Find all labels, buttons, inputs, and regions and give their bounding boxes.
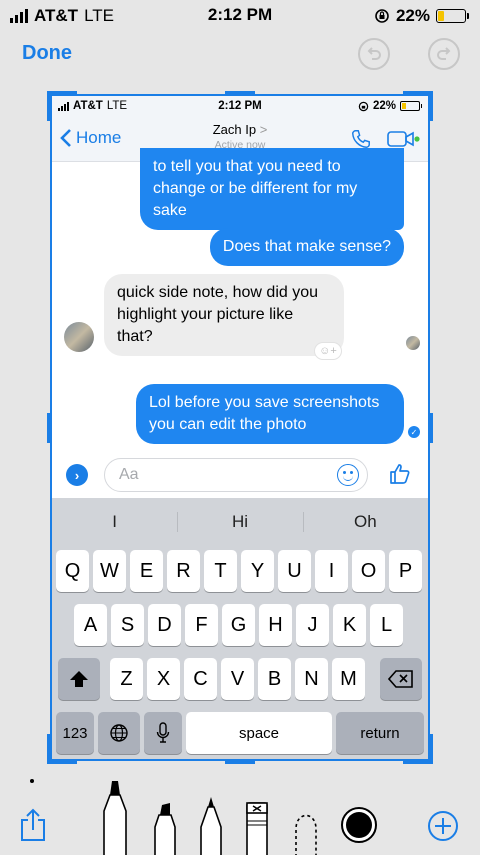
video-camera-icon[interactable] (386, 128, 420, 150)
orientation-lock-icon (375, 9, 389, 23)
chevron-right-icon: > (259, 122, 268, 137)
key-m[interactable]: M (332, 658, 365, 700)
done-button[interactable]: Done (22, 42, 72, 65)
clock: 2:12 PM (207, 5, 273, 24)
key-k[interactable]: K (333, 604, 366, 646)
crop-handle[interactable] (428, 413, 433, 443)
message-input[interactable]: Aa (104, 458, 368, 492)
message-bubble-sent[interactable]: to tell you that you need to change or b… (140, 148, 404, 230)
key-g[interactable]: G (222, 604, 255, 646)
lasso-tool-icon[interactable] (286, 801, 326, 855)
battery-icon (436, 9, 469, 23)
message-bubble-sent[interactable]: Lol before you save screenshots you can … (136, 384, 404, 444)
key-q[interactable]: Q (56, 550, 89, 592)
key-v[interactable]: V (221, 658, 254, 700)
emoji-icon[interactable] (337, 464, 359, 486)
crop-handle[interactable] (225, 759, 255, 764)
delivered-check-icon: ✓ (408, 426, 420, 438)
crop-handle[interactable] (47, 734, 52, 764)
read-receipt-avatar (406, 336, 420, 350)
highlighter-tool-icon[interactable] (150, 801, 180, 855)
microphone-icon (156, 722, 170, 743)
key-f[interactable]: F (185, 604, 218, 646)
key-w[interactable]: W (93, 550, 126, 592)
undo-button[interactable] (358, 38, 390, 70)
stroke-width-indicator (30, 779, 34, 783)
key-r[interactable]: R (167, 550, 200, 592)
inner-clock: 2:12 PM (218, 100, 262, 112)
key-b[interactable]: B (258, 658, 291, 700)
key-p[interactable]: P (389, 550, 422, 592)
contact-avatar[interactable] (64, 322, 94, 352)
key-o[interactable]: O (352, 550, 385, 592)
message-bubble-received[interactable]: quick side note, how did you highlight y… (104, 274, 344, 356)
key-n[interactable]: N (295, 658, 328, 700)
thumbs-up-icon[interactable] (388, 462, 412, 486)
key-i[interactable]: I (315, 550, 348, 592)
key-x[interactable]: X (147, 658, 180, 700)
inner-status-bar: AT&T LTE 2:12 PM 22% (52, 96, 428, 118)
numbers-key[interactable]: 123 (56, 712, 94, 754)
expand-actions-button[interactable]: › (66, 464, 88, 486)
crop-handle[interactable] (47, 91, 52, 121)
color-picker-icon[interactable] (340, 806, 378, 844)
key-j[interactable]: J (296, 604, 329, 646)
inner-orientation-lock-icon (358, 101, 369, 111)
delete-key[interactable] (380, 658, 422, 700)
inner-battery-icon (400, 101, 422, 111)
message-thread: to tell you that you need to change or b… (52, 148, 428, 452)
key-l[interactable]: L (370, 604, 403, 646)
add-icon[interactable] (427, 810, 459, 842)
suggestion[interactable]: I (52, 498, 177, 546)
message-bubble-sent[interactable]: Does that make sense? (209, 228, 404, 266)
suggestion[interactable]: Hi (177, 498, 302, 546)
share-icon[interactable] (18, 808, 48, 842)
undo-icon (367, 47, 381, 60)
key-z[interactable]: Z (110, 658, 143, 700)
crop-handle[interactable] (225, 91, 255, 96)
key-u[interactable]: U (278, 550, 311, 592)
space-key[interactable]: space (186, 712, 332, 754)
key-c[interactable]: C (184, 658, 217, 700)
pencil-tool-icon[interactable] (198, 795, 224, 855)
eraser-tool-icon[interactable] (243, 801, 271, 855)
key-t[interactable]: T (204, 550, 237, 592)
suggestion[interactable]: Oh (302, 498, 428, 546)
marker-tool-icon[interactable] (100, 777, 130, 855)
predictive-bar: I Hi Oh (52, 498, 428, 546)
key-y[interactable]: Y (241, 550, 274, 592)
message-input-placeholder: Aa (119, 466, 139, 483)
globe-key[interactable] (98, 712, 140, 754)
key-d[interactable]: D (148, 604, 181, 646)
phone-icon[interactable] (350, 128, 372, 150)
key-h[interactable]: H (259, 604, 292, 646)
key-s[interactable]: S (111, 604, 144, 646)
contact-name: Zach Ip (212, 122, 257, 137)
battery-percent: 22% (395, 6, 430, 25)
status-bar: AT&T LTE 2:12 PM 22% (0, 0, 480, 30)
shift-arrow-icon (70, 671, 88, 687)
screenshot-preview: AT&T LTE 2:12 PM 22% Home Zach Ip > Acti… (52, 96, 428, 759)
crop-handle[interactable] (47, 413, 52, 443)
globe-icon (110, 724, 128, 742)
crop-handle[interactable] (428, 91, 433, 121)
return-key[interactable]: return (336, 712, 424, 754)
key-e[interactable]: E (130, 550, 163, 592)
crop-handle[interactable] (428, 734, 433, 764)
keyboard: I Hi Oh QWERTYUIOP ASDFGHJKL ZXCVBNM 123… (52, 498, 428, 759)
shift-key[interactable] (58, 658, 100, 700)
dictation-key[interactable] (144, 712, 182, 754)
key-a[interactable]: A (74, 604, 107, 646)
add-reaction-icon[interactable]: ☺+ (314, 342, 342, 360)
backspace-icon (388, 670, 413, 688)
composer: › Aa (52, 452, 428, 498)
redo-button[interactable] (428, 38, 460, 70)
inner-battery-percent: 22% (372, 100, 396, 112)
redo-icon (437, 47, 451, 60)
